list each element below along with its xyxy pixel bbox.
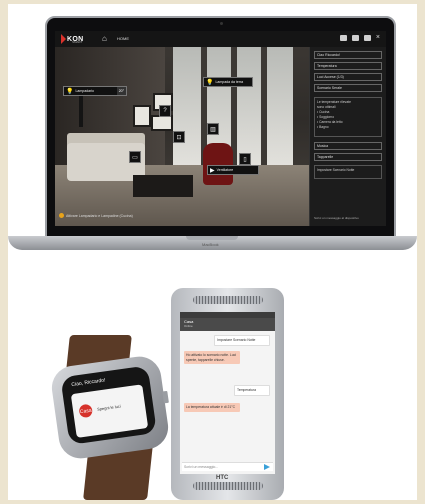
speaker-grille [193, 296, 263, 304]
side-panel: Ciao Riccardo! Temperatura Luci Accese (… [309, 47, 386, 226]
phone-brand: HTC [216, 475, 229, 481]
app-topbar: KON SMART ⌂ HOME × [55, 31, 386, 47]
speaker-grille [193, 482, 263, 490]
control-chip-lampada[interactable]: 💡 Lampada da terra [203, 77, 253, 87]
logo-mark-icon [61, 34, 66, 44]
window [173, 47, 293, 165]
input-placeholder: Scrivi un messaggio... [184, 465, 219, 469]
watch-title: Ciao, Riccardo! [71, 377, 106, 389]
play-icon: ▶ [210, 167, 215, 174]
bulb-icon: 💡 [66, 88, 74, 95]
close-icon[interactable]: × [376, 34, 380, 41]
chat-subtitle: Online [184, 324, 193, 328]
message-bubble: Impostare Scenario Notte [214, 335, 270, 346]
message-preview: Impostare Scenario Notte [314, 165, 382, 179]
message-bubble: La temperatura attuale è di 21°C [184, 403, 240, 412]
summary-line: • Bagno [317, 125, 329, 129]
temperature-summary: Le temperature rilevate sono ottimali • … [314, 97, 382, 137]
laptop-notch [186, 236, 238, 240]
watch-button-label: Casa [79, 407, 92, 415]
chip-value: 20° [116, 87, 126, 95]
wall-picture [151, 115, 173, 131]
status-text: Attivare Lampadario e Lampadine (Cucina) [66, 213, 133, 218]
side-item[interactable]: Scenario Serale [314, 84, 382, 92]
chat-header: Casa Online [180, 318, 275, 331]
shutter-toggle-icon[interactable]: ▥ [207, 123, 219, 135]
room-view: 💡 Lampadario 20° 💡 Lampada da terra ▶ Ve… [55, 47, 309, 226]
lamp-toggle-icon[interactable]: ⊡ [173, 131, 185, 143]
laptop-brand: MacBook [202, 242, 219, 247]
chip-label: Lampadario [75, 89, 94, 93]
chat-icon[interactable] [351, 35, 359, 41]
alert-icon [59, 213, 64, 218]
laptop-base: MacBook [8, 236, 417, 250]
send-icon[interactable] [264, 464, 270, 470]
smartphone: Casa Online Impostare Scenario Notte Ho … [171, 288, 284, 500]
side-item[interactable]: Temperatura [314, 62, 382, 70]
side-item[interactable]: Musica [314, 142, 382, 150]
camera-icon[interactable] [339, 35, 347, 41]
bulb-icon: 💡 [206, 79, 214, 86]
armchair [203, 143, 233, 185]
logo-subtext: SMART [72, 40, 83, 44]
status-row: Attivare Lampadario e Lampadine (Cucina) [59, 213, 133, 218]
control-chip-lampadario[interactable]: 💡 Lampadario 20° [63, 86, 127, 96]
light-toggle-icon[interactable]: ? [159, 105, 171, 117]
chat-thread: Impostare Scenario Notte Ho attivato lo … [180, 331, 275, 461]
camera [220, 22, 223, 25]
watch-card: Casa Spegni le luci [70, 384, 149, 438]
lock-toggle-icon[interactable]: ▯ [239, 153, 251, 165]
coffee-table [133, 175, 193, 197]
tv-toggle-icon[interactable]: ▭ [129, 151, 141, 163]
product-showcase: KON SMART ⌂ HOME × 💡 Lampadario 20° 💡 La… [8, 4, 417, 500]
watch-screen: Ciao, Riccardo! Casa Spegni le luci [60, 365, 157, 445]
control-chip-ventilatore[interactable]: ▶ Ventilatore [207, 165, 259, 175]
watch-crown[interactable] [162, 390, 169, 404]
laptop-screen: KON SMART ⌂ HOME × 💡 Lampadario 20° 💡 La… [55, 31, 386, 226]
side-item[interactable]: Tapparelle [314, 153, 382, 161]
side-item[interactable]: Luci Accese (1/3) [314, 73, 382, 81]
smartwatch: Ciao, Riccardo! Casa Spegni le luci [49, 353, 171, 462]
laptop: KON SMART ⌂ HOME × 💡 Lampadario 20° 💡 La… [45, 16, 396, 238]
chip-label: Ventilatore [216, 168, 234, 172]
watch-card-label: Spegni le luci [96, 403, 122, 412]
topbar-icons: × [339, 34, 380, 41]
message-bubble: Ho attivato lo scenario notte. Luci spen… [184, 351, 240, 364]
message-input[interactable]: Scrivi un messaggio al dispositivo [314, 216, 359, 220]
message-input[interactable]: Scrivi un messaggio... [182, 462, 273, 471]
wall-picture [133, 105, 151, 127]
nav-title[interactable]: HOME [117, 36, 129, 41]
watch-action-button[interactable]: Casa [78, 403, 94, 419]
phone-screen: Casa Online Impostare Scenario Notte Ho … [180, 312, 275, 474]
home-icon[interactable]: ⌂ [102, 35, 110, 43]
side-item[interactable]: Ciao Riccardo! [314, 51, 382, 59]
settings-icon[interactable] [363, 35, 371, 41]
chip-label: Lampada da terra [215, 80, 244, 84]
message-bubble: Temperatura [234, 385, 270, 396]
